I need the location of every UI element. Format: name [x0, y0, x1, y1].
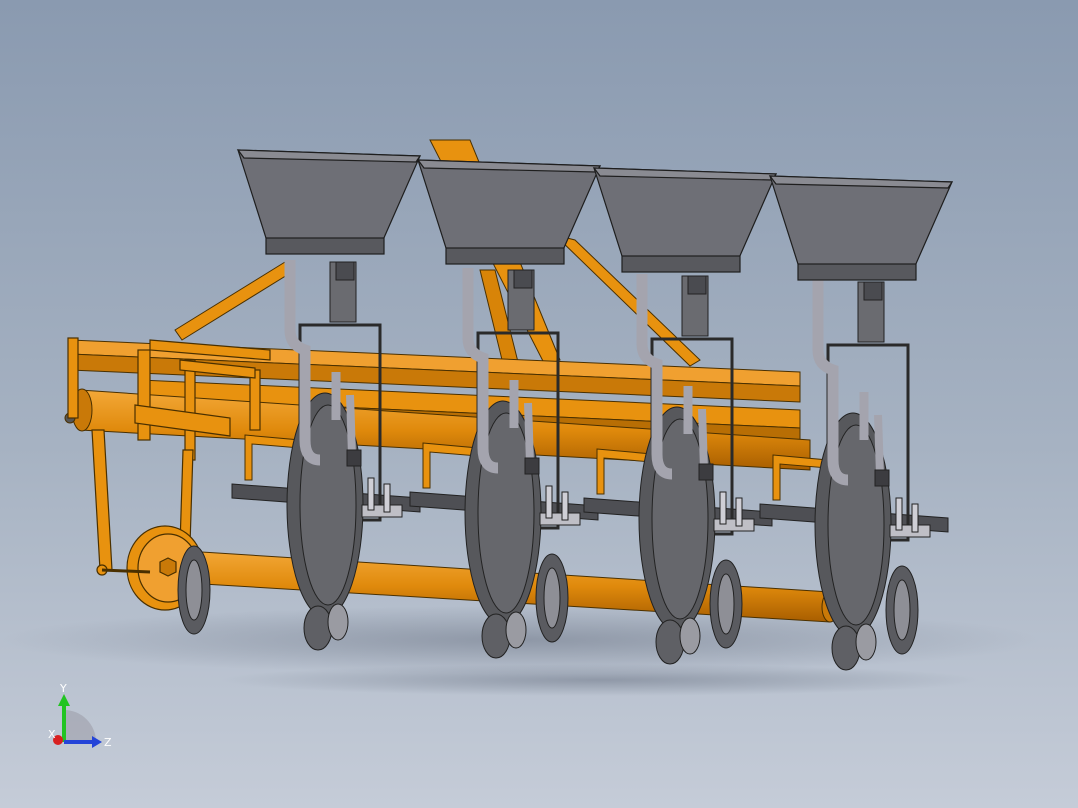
x-axis-label: X [48, 728, 56, 741]
graphics-viewport[interactable]: Y Z X [0, 0, 1078, 808]
row-units [177, 260, 949, 671]
seed-hopper-4 [768, 175, 954, 281]
planter-3d-model[interactable] [0, 0, 1078, 808]
seed-hopper-3 [592, 167, 778, 273]
z-axis-head [92, 736, 102, 748]
orientation-triad[interactable]: Y Z X [40, 680, 130, 760]
triad-plane [64, 710, 96, 742]
y-axis-label: Y [59, 682, 67, 695]
z-axis-label: Z [104, 736, 112, 749]
y-axis-head [58, 694, 70, 706]
seed-hopper-1 [236, 149, 422, 255]
